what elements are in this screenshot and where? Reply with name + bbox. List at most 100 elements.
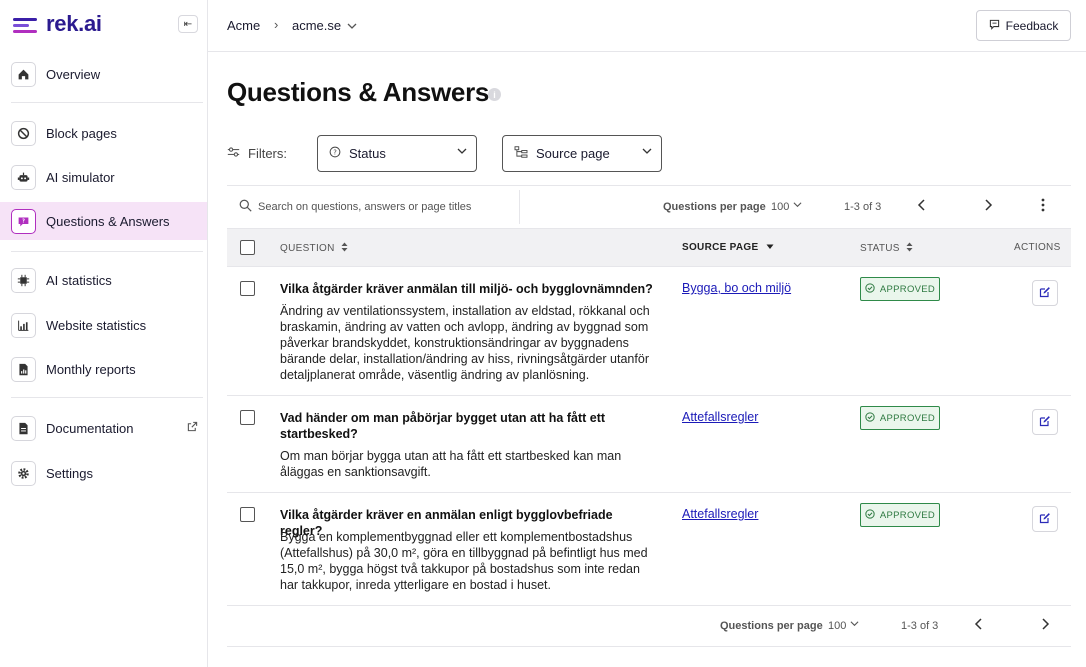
question-text: Vad händer om man påbörjar bygget utan a… [280,411,606,441]
per-page-select[interactable]: 100 [828,620,846,632]
table-footer-pager: Questions per page 100 1-3 of 3 [227,606,1071,647]
select-all-checkbox[interactable] [240,240,255,255]
sidebar-item-questions-answers[interactable]: ? Questions & Answers [0,202,207,240]
status-label: APPROVED [879,283,936,295]
breadcrumb-site[interactable]: acme.se [292,18,341,33]
column-header-question[interactable]: QUESTION [280,242,348,254]
edit-button[interactable] [1032,409,1058,435]
status-badge: APPROVED [860,277,940,301]
page-title: Questions & Answers [227,77,490,107]
bar-chart-icon [11,312,36,338]
chip-icon [11,267,36,293]
edit-icon [1039,415,1051,430]
row-checkbox[interactable] [240,281,255,296]
sidebar-item-label: Settings [46,465,93,481]
document-icon [11,415,36,441]
collapse-icon: ⇤ [183,18,193,30]
report-icon [11,356,36,382]
row-checkbox[interactable] [240,410,255,425]
info-icon[interactable]: i [488,88,501,101]
divider [11,102,203,103]
per-page-label: Questions per page [663,201,766,213]
search-icon [239,199,252,215]
sidebar-item-label: Block pages [46,125,117,141]
source-page-link[interactable]: Attefallsregler [682,410,758,424]
table-row: Vilka åtgärder kräver en anmälan enligt … [227,493,1071,606]
previous-page-icon[interactable] [974,617,984,635]
edit-button[interactable] [1032,506,1058,532]
answer-text: Ändring av ventilationssystem, installat… [280,304,650,382]
sidebar-item-monthly-reports[interactable]: Monthly reports [0,350,207,388]
chat-icon: ? [11,208,36,234]
sidebar-item-documentation[interactable]: Documentation [0,409,207,447]
check-circle-icon [865,282,875,296]
sidebar-item-label: AI simulator [46,169,115,185]
status-badge: APPROVED [860,503,940,527]
more-options-icon[interactable] [1041,198,1045,215]
gear-icon [11,460,36,486]
home-icon [11,61,36,87]
svg-text:?: ? [22,218,25,224]
per-page-label: Questions per page [720,620,823,632]
logo-text: rek.ai [46,11,102,36]
svg-text:?: ? [333,149,337,157]
status-filter-select[interactable]: ? Status [317,135,477,172]
sidebar-item-label: Questions & Answers [46,213,170,229]
per-page-select[interactable]: 100 [771,201,789,213]
sort-desc-icon [762,242,774,253]
message-icon [989,19,1000,33]
sort-icon [338,242,348,254]
sidebar-item-settings[interactable]: Settings [0,454,207,492]
sidebar-item-website-statistics[interactable]: Website statistics [0,306,207,344]
column-label: QUESTION [280,243,335,254]
table-header: QUESTION SOURCE PAGE STATUS ACTIONS [227,228,1071,267]
divider [11,251,203,252]
check-circle-icon [865,411,875,425]
divider [519,190,520,224]
column-label: STATUS [860,243,900,254]
sidebar-item-block-pages[interactable]: Block pages [0,114,207,152]
logo-mark-icon [13,16,37,33]
edit-icon [1039,512,1051,527]
logo[interactable]: rek.ai [13,11,102,37]
row-checkbox[interactable] [240,507,255,522]
source-page-filter-select[interactable]: Source page [502,135,662,172]
filters-label: Filters: [227,146,287,161]
chevron-down-icon [457,146,467,159]
sidebar-item-ai-simulator[interactable]: AI simulator [0,158,207,196]
column-header-source-page[interactable]: SOURCE PAGE [682,242,774,253]
status-icon: ? [329,146,341,161]
next-page-icon[interactable] [983,198,993,216]
source-page-link[interactable]: Bygga, bo och miljö [682,281,791,295]
check-circle-icon [865,508,875,522]
sidebar-item-overview[interactable]: Overview [0,55,207,93]
breadcrumb-account[interactable]: Acme [227,18,260,33]
status-label: APPROVED [879,509,936,521]
search-input[interactable] [258,197,508,217]
filters-icon [227,146,240,161]
next-page-icon[interactable] [1040,617,1050,635]
sidebar-item-label: Overview [46,66,101,82]
status-label: APPROVED [879,412,936,424]
column-label: SOURCE PAGE [682,242,759,253]
collapse-sidebar-button[interactable]: ⇤ [178,15,198,33]
sidebar-item-ai-statistics[interactable]: AI statistics [0,261,207,299]
block-icon [11,120,36,146]
question-text: Vilka åtgärder kräver anmälan till miljö… [280,282,653,296]
column-header-status[interactable]: STATUS [860,242,913,254]
chevron-down-icon[interactable] [793,200,802,212]
breadcrumb-separator-icon: › [274,17,279,32]
chevron-down-icon[interactable] [850,619,859,631]
source-page-link[interactable]: Attefallsregler [682,507,758,521]
previous-page-icon[interactable] [917,198,927,216]
sort-icon [903,242,913,254]
feedback-button[interactable]: Feedback [976,10,1071,41]
chevron-down-icon [642,146,652,159]
column-header-actions: ACTIONS [1014,242,1061,253]
edit-button[interactable] [1032,280,1058,306]
sitemap-icon [514,146,528,161]
robot-icon [11,164,36,190]
external-link-icon [187,421,198,435]
chevron-down-icon[interactable] [347,19,357,34]
sidebar: rek.ai ⇤ Overview Block pages AI simulat… [0,0,208,667]
